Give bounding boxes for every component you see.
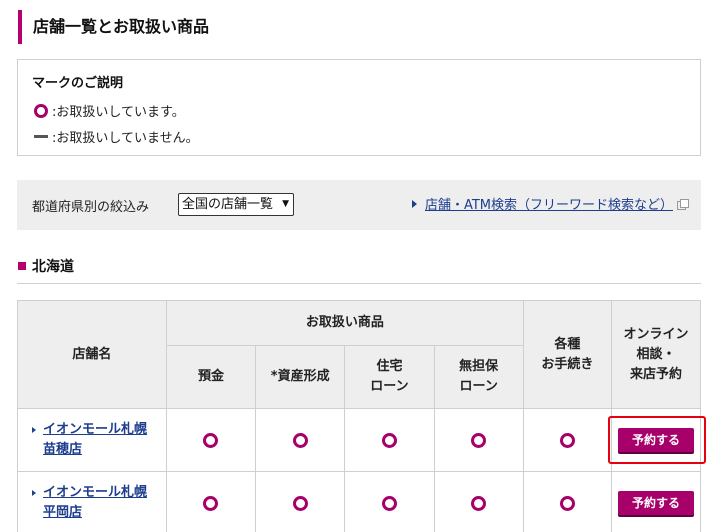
circle-icon — [203, 495, 219, 511]
reserve-cell: 予約する — [611, 471, 701, 532]
region-title: 北海道 — [32, 259, 74, 275]
prefecture-select[interactable]: 全国の店舗一覧 ▼ — [178, 193, 294, 216]
store-atm-search: 店舗・ATM検索（フリーワード検索など） — [411, 194, 689, 213]
header-housing-loan: 住宅 ローン — [344, 345, 435, 409]
mark-cell — [255, 408, 346, 472]
store-table: 店舗名 お取扱い商品 各種 お手続き オンライン 相談・ 来店予約 預金 *資産… — [17, 300, 701, 532]
table-row: イオンモール札幌 平岡店 予約する — [17, 471, 701, 532]
circle-icon — [559, 495, 575, 511]
arrow-right-icon — [32, 490, 36, 496]
legend-available-row: :お取扱いしています。 — [34, 101, 185, 120]
filter-label: 都道府県別の絞込み — [32, 200, 150, 215]
circle-icon — [34, 103, 48, 118]
mark-cell — [344, 471, 435, 532]
store-link-wrap: イオンモール札幌 平岡店 — [32, 483, 166, 523]
arrow-right-icon — [411, 199, 417, 208]
circle-icon — [381, 432, 397, 448]
circle-icon — [471, 495, 487, 511]
legend-title: マークのご説明 — [32, 76, 124, 91]
mark-legend: マークのご説明 :お取扱いしています。 :お取扱いしていません。 — [17, 59, 701, 156]
mark-cell — [433, 471, 524, 532]
reserve-button[interactable]: 予約する — [618, 491, 695, 515]
header-online-reservation: オンライン 相談・ 来店予約 — [611, 300, 701, 409]
mark-cell — [344, 408, 435, 472]
mark-cell — [433, 408, 524, 472]
circle-icon — [292, 495, 308, 511]
legend-unavailable-text: :お取扱いしていません。 — [52, 131, 199, 146]
arrow-right-icon — [32, 427, 36, 433]
chevron-down-icon: ▼ — [282, 199, 289, 209]
prefecture-filter-bar: 都道府県別の絞込み 全国の店舗一覧 ▼ 店舗・ATM検索（フリーワード検索など） — [17, 180, 701, 230]
mark-cell — [165, 471, 257, 532]
header-asset: *資産形成 — [255, 345, 346, 409]
header-unsecured-loan: 無担保 ローン — [433, 345, 524, 409]
reserve-button[interactable]: 予約する — [618, 428, 695, 452]
circle-icon — [381, 495, 397, 511]
mark-cell — [255, 471, 346, 532]
store-name-cell: イオンモール札幌 平岡店 — [17, 471, 167, 532]
prefecture-select-value: 全国の店舗一覧 — [182, 197, 274, 212]
store-link[interactable]: イオンモール札幌 苗穂店 — [43, 420, 147, 460]
external-link-icon — [677, 198, 689, 210]
store-link[interactable]: イオンモール札幌 平岡店 — [43, 483, 147, 523]
circle-icon — [292, 432, 308, 448]
page-title: 店舗一覧とお取扱い商品 — [18, 10, 700, 44]
mark-cell — [165, 408, 257, 472]
store-name-cell: イオンモール札幌 苗穂店 — [17, 408, 167, 472]
square-icon — [18, 262, 26, 270]
header-procedures: 各種 お手続き — [522, 300, 613, 409]
header-products-group: お取扱い商品 — [165, 300, 524, 346]
circle-icon — [559, 432, 575, 448]
header-store-name: 店舗名 — [17, 300, 167, 409]
reserve-cell: 予約する — [611, 408, 701, 472]
circle-icon — [203, 432, 219, 448]
header-deposit: 預金 — [165, 345, 257, 409]
table-row: イオンモール札幌 苗穂店 予約する — [17, 408, 701, 472]
dash-icon — [34, 135, 48, 138]
circle-icon — [471, 432, 487, 448]
mark-cell — [522, 408, 613, 472]
legend-available-text: :お取扱いしています。 — [52, 105, 185, 120]
legend-unavailable-row: :お取扱いしていません。 — [34, 127, 199, 146]
store-link-wrap: イオンモール札幌 苗穂店 — [32, 420, 166, 460]
region-heading: 北海道 — [17, 256, 701, 284]
mark-cell — [522, 471, 613, 532]
store-atm-search-link[interactable]: 店舗・ATM検索（フリーワード検索など） — [425, 194, 673, 213]
